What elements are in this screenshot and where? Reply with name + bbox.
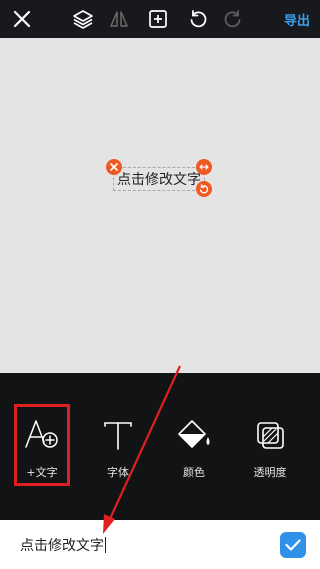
tool-label: 字体 [107, 466, 129, 479]
close-icon[interactable] [10, 7, 34, 31]
tool-label: 透明度 [253, 466, 287, 479]
text-input-field[interactable]: 点击修改文字 [20, 535, 106, 555]
font-tool[interactable]: 字体 [88, 415, 148, 480]
opacity-icon [250, 415, 290, 455]
top-toolbar: 导出 [0, 0, 320, 38]
redo-icon[interactable] [221, 7, 245, 31]
paint-bucket-icon [174, 415, 214, 455]
text-caret [105, 537, 106, 553]
text-input-bar: 点击修改文字 [0, 520, 320, 569]
undo-icon[interactable] [186, 7, 210, 31]
editing-canvas[interactable]: 点击修改文字 [0, 38, 320, 373]
resize-handle-icon[interactable] [196, 159, 212, 175]
rotate-handle-icon[interactable] [196, 181, 212, 197]
layers-icon[interactable] [71, 7, 95, 31]
delete-handle-icon[interactable] [106, 159, 122, 175]
add-layer-icon[interactable] [146, 7, 170, 31]
annotation-highlight-box [14, 404, 70, 486]
opacity-tool[interactable]: 透明度 [240, 415, 300, 480]
font-icon [98, 415, 138, 455]
text-layer[interactable]: 点击修改文字 [113, 167, 205, 191]
flip-icon[interactable] [107, 7, 131, 31]
export-button[interactable]: 导出 [284, 10, 310, 29]
tool-label: 颜色 [183, 466, 205, 479]
check-icon [285, 539, 301, 551]
confirm-button[interactable] [280, 532, 306, 558]
color-tool[interactable]: 颜色 [164, 415, 224, 480]
text-input-value: 点击修改文字 [20, 538, 104, 554]
